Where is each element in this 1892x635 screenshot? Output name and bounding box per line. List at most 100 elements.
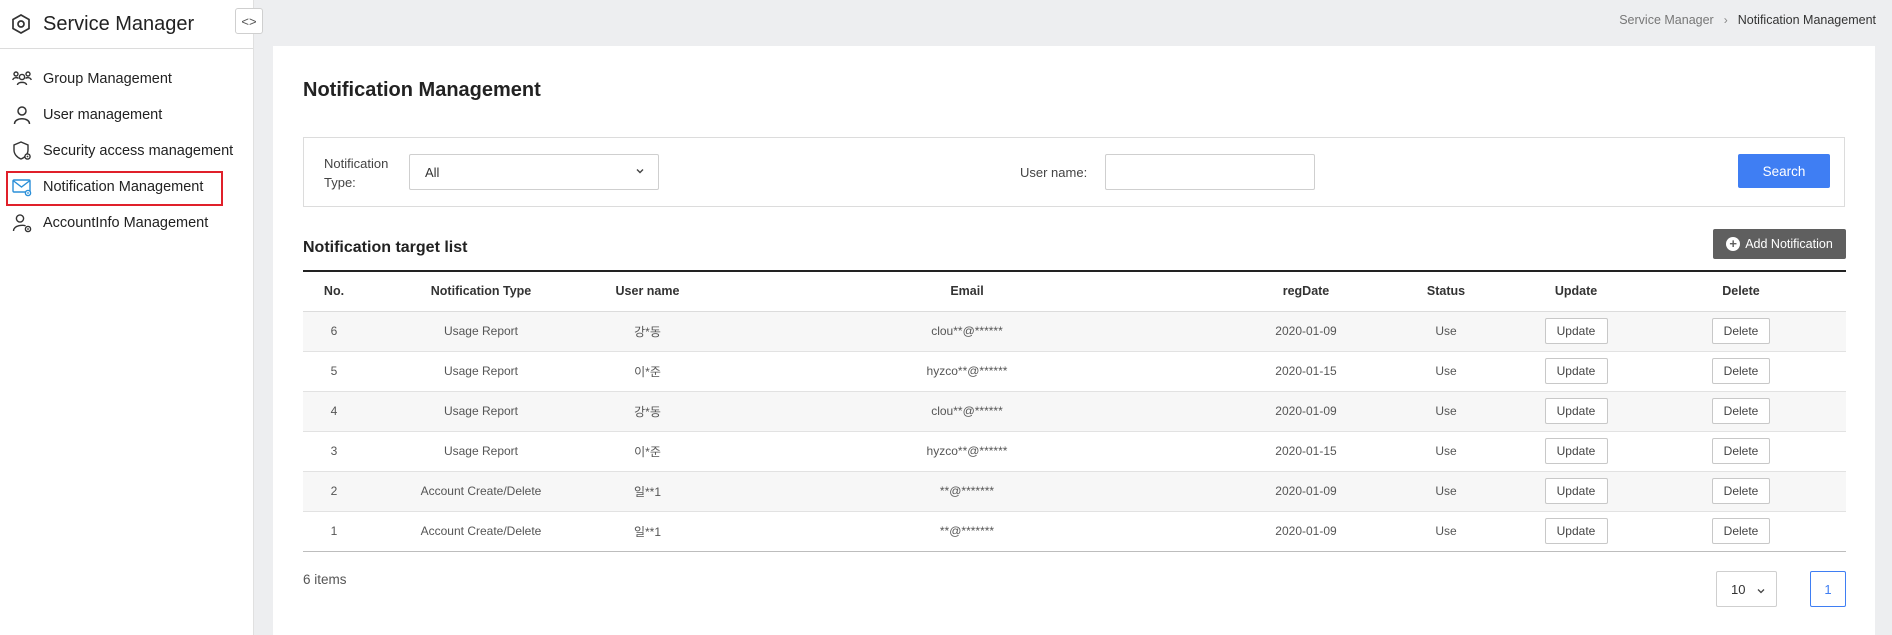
sidebar-header: Service Manager <> <box>0 0 263 49</box>
col-header-type: Notification Type <box>430 284 532 299</box>
sidebar-collapse-button[interactable]: <> <box>235 8 263 34</box>
notification-type-value: All <box>425 164 440 180</box>
cell-type: Usage Report <box>443 404 519 418</box>
mail-gear-icon <box>11 176 33 198</box>
cell-regdate: 2020-01-15 <box>1275 364 1337 378</box>
col-header-user: User name <box>615 284 680 299</box>
breadcrumb-current: Notification Management <box>1737 13 1876 27</box>
cell-email: hyzco**@****** <box>926 364 1008 378</box>
username-label: User name: <box>1020 165 1088 180</box>
cell-regdate: 2020-01-09 <box>1275 484 1337 498</box>
delete-button[interactable]: Delete <box>1712 318 1770 344</box>
notification-type-select[interactable]: All <box>409 154 659 190</box>
cell-update: Update <box>1516 351 1636 391</box>
cell-update: Update <box>1516 391 1636 431</box>
cell-no: 1 <box>330 524 338 538</box>
chevron-down-icon <box>634 165 646 177</box>
sidebar-item-group-management[interactable]: Group Management <box>0 61 253 97</box>
col-header-delete: Delete <box>1722 284 1760 299</box>
cell-delete: Delete <box>1636 311 1846 351</box>
add-notification-button[interactable]: + Add Notification <box>1713 229 1846 259</box>
cell-status: Use <box>1435 364 1457 378</box>
filter-box: Notification Type: All User name: Search <box>303 137 1845 207</box>
cell-type: Account Create/Delete <box>420 524 542 538</box>
cell-update: Update <box>1516 311 1636 351</box>
sidebar-item-label: User management <box>43 107 163 123</box>
search-button[interactable]: Search <box>1738 154 1830 188</box>
cell-user: 이*준 <box>634 364 661 379</box>
sidebar: Service Manager <> Group Management User… <box>0 0 263 635</box>
cell-update: Update <box>1516 431 1636 471</box>
page-size-select[interactable]: 10 <box>1716 571 1777 607</box>
cell-user: 이*준 <box>634 444 661 459</box>
col-header-email: Email <box>950 284 984 299</box>
main-panel: Notification Management Notification Typ… <box>273 46 1875 635</box>
cell-type: Usage Report <box>443 324 519 338</box>
user-gear-icon <box>11 212 33 234</box>
sidebar-item-label: AccountInfo Management <box>43 215 209 231</box>
breadcrumb-root-link[interactable]: Service Manager <box>1619 13 1714 27</box>
cell-user: 강*동 <box>634 404 661 419</box>
table-row: 6 Usage Report 강*동 clou**@****** 2020-01… <box>303 311 1846 351</box>
delete-button[interactable]: Delete <box>1712 438 1770 464</box>
cell-regdate: 2020-01-09 <box>1275 324 1337 338</box>
table-row: 5 Usage Report 이*준 hyzco**@****** 2020-0… <box>303 351 1846 391</box>
delete-button[interactable]: Delete <box>1712 518 1770 544</box>
code-brackets-icon: <> <box>241 13 257 29</box>
hexagon-logo-icon <box>10 13 32 35</box>
cell-no: 3 <box>330 444 338 458</box>
cell-delete: Delete <box>1636 351 1846 391</box>
add-notification-label: Add Notification <box>1745 237 1833 251</box>
cell-delete: Delete <box>1636 471 1846 511</box>
breadcrumb-separator-icon: › <box>1723 13 1728 27</box>
sidebar-menu: Group Management User management Securit… <box>0 61 253 241</box>
table-header-row: No. Notification Type User name Email re… <box>303 271 1846 311</box>
update-button[interactable]: Update <box>1544 358 1608 384</box>
update-button[interactable]: Update <box>1544 478 1608 504</box>
page-size-value: 10 <box>1731 581 1746 597</box>
update-button[interactable]: Update <box>1544 318 1608 344</box>
cell-delete: Delete <box>1636 511 1846 551</box>
sidebar-item-security-access[interactable]: Security access management <box>0 133 253 169</box>
cell-user: 일**1 <box>633 484 662 499</box>
table-row: 2 Account Create/Delete 일**1 **@******* … <box>303 471 1846 511</box>
app-title: Service Manager <box>43 12 195 35</box>
cell-status: Use <box>1435 404 1457 418</box>
cell-regdate: 2020-01-09 <box>1275 404 1337 418</box>
cell-type: Account Create/Delete <box>420 484 542 498</box>
delete-button[interactable]: Delete <box>1712 398 1770 424</box>
update-button[interactable]: Update <box>1544 438 1608 464</box>
table-row: 1 Account Create/Delete 일**1 **@******* … <box>303 511 1846 551</box>
group-icon <box>11 68 33 90</box>
sidebar-item-label: Security access management <box>43 143 234 159</box>
plus-circle-icon: + <box>1726 237 1741 251</box>
cell-status: Use <box>1435 444 1457 458</box>
cell-no: 5 <box>330 364 338 378</box>
update-button[interactable]: Update <box>1544 398 1608 424</box>
breadcrumb: Service Manager › Notification Managemen… <box>1619 13 1876 27</box>
cell-email: **@******* <box>939 484 995 498</box>
table-row: 4 Usage Report 강*동 clou**@****** 2020-01… <box>303 391 1846 431</box>
cell-delete: Delete <box>1636 391 1846 431</box>
cell-delete: Delete <box>1636 431 1846 471</box>
delete-button[interactable]: Delete <box>1712 478 1770 504</box>
cell-no: 6 <box>330 324 338 338</box>
user-icon <box>11 104 33 126</box>
sidebar-item-accountinfo-management[interactable]: AccountInfo Management <box>0 205 253 241</box>
update-button[interactable]: Update <box>1544 518 1608 544</box>
cell-regdate: 2020-01-09 <box>1275 524 1337 538</box>
delete-button[interactable]: Delete <box>1712 358 1770 384</box>
pagination-page-1[interactable]: 1 <box>1810 571 1846 607</box>
cell-user: 일**1 <box>633 524 662 539</box>
cell-update: Update <box>1516 471 1636 511</box>
cell-type: Usage Report <box>443 444 519 458</box>
sidebar-item-label: Notification Management <box>43 179 204 195</box>
table-row: 3 Usage Report 이*준 hyzco**@****** 2020-0… <box>303 431 1846 471</box>
shield-gear-icon <box>11 140 33 162</box>
username-input[interactable] <box>1105 154 1315 190</box>
cell-email: **@******* <box>939 524 995 538</box>
cell-email: clou**@****** <box>931 404 1003 418</box>
sidebar-item-user-management[interactable]: User management <box>0 97 253 133</box>
sidebar-item-notification-management[interactable]: Notification Management <box>0 169 253 206</box>
notification-type-label: Notification Type: <box>324 156 389 190</box>
